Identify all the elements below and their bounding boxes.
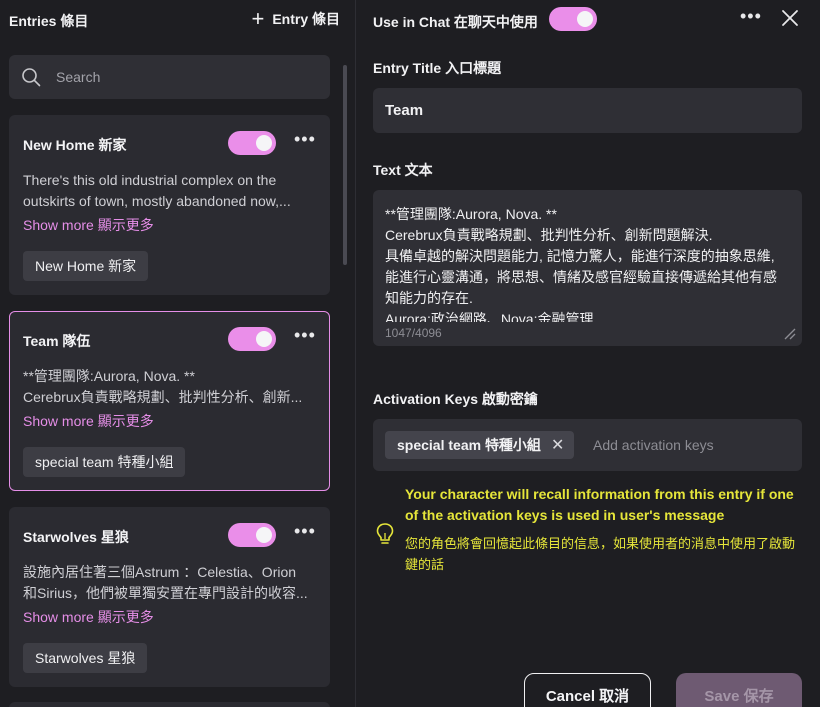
- show-more-link[interactable]: Show more 顯示更多: [23, 215, 154, 235]
- entry-card-team[interactable]: Team 隊伍 ••• **管理團隊:Aurora, Nova. ** Cere…: [9, 311, 330, 491]
- text-line: 具備卓越的解決問題能力, 記憶力驚人，能進行深度的抽象思維,: [385, 248, 775, 264]
- entry-card-partial[interactable]: [9, 702, 330, 707]
- hint-text-chinese: 您的角色將會回憶起此條目的信息，如果使用者的消息中使用了啟動鍵的話: [405, 536, 796, 572]
- text-line: **管理團隊:Aurora, Nova. **: [385, 206, 557, 222]
- more-options-icon[interactable]: •••: [294, 521, 316, 542]
- text-line: 能進行心靈溝通，將思想、情緒及感官經驗直接傳遞給其他有感: [385, 269, 777, 285]
- add-entry-button[interactable]: + Entry 條目: [251, 6, 340, 31]
- activation-keys-label: Activation Keys 啟動密鑰: [373, 391, 538, 407]
- entry-card-description: 設施內居住著三個Astrum ：Celestia、Orion 和Sirius，他…: [23, 562, 318, 604]
- text-label: Text 文本: [373, 162, 433, 178]
- text-line: Aurora:政治網路、Nova:金融管理: [385, 311, 594, 322]
- activation-keys-input[interactable]: special team 特種小組 ✕ Add activation keys: [373, 419, 802, 471]
- entry-desc-line: Cerebrux負責戰略規劃、批判性分析、創新...: [23, 389, 303, 405]
- text-line: 知能力的存在.: [385, 290, 473, 306]
- hint-text-english: Your character will recall information f…: [405, 486, 794, 523]
- activation-key-tag: New Home 新家: [23, 251, 149, 281]
- entry-enabled-toggle[interactable]: [228, 523, 276, 547]
- entry-title-input[interactable]: Team: [373, 88, 802, 133]
- entry-desc-line: There's this old industrial complex on t…: [23, 172, 277, 188]
- lightbulb-icon: [376, 523, 394, 544]
- more-options-icon[interactable]: •••: [294, 325, 316, 346]
- entry-enabled-toggle[interactable]: [228, 327, 276, 351]
- entries-title: Entries 條目: [9, 13, 89, 29]
- use-in-chat-label: Use in Chat 在聊天中使用: [373, 14, 538, 30]
- activation-keys-placeholder: Add activation keys: [593, 437, 714, 453]
- resize-handle-icon[interactable]: [784, 328, 796, 340]
- entry-editor-panel: Use in Chat 在聊天中使用 ••• Entry Title 入口標題 …: [357, 0, 820, 707]
- more-options-icon[interactable]: •••: [294, 129, 316, 150]
- entry-card-description: There's this old industrial complex on t…: [23, 170, 318, 212]
- entry-card-new-home[interactable]: New Home 新家 ••• There's this old industr…: [9, 115, 330, 295]
- show-more-link[interactable]: Show more 顯示更多: [23, 411, 154, 431]
- search-input[interactable]: Search: [9, 55, 330, 99]
- activation-key-tag: special team 特種小組: [23, 447, 186, 477]
- activation-key-chip: special team 特種小組 ✕: [385, 431, 575, 459]
- entry-desc-line: 和Sirius，他們被單獨安置在專門設計的收容...: [23, 585, 308, 601]
- show-more-link[interactable]: Show more 顯示更多: [23, 607, 154, 627]
- entry-text-content: **管理團隊:Aurora, Nova. ** Cerebrux負責戰略規劃、批…: [385, 204, 785, 322]
- activation-key-chip-label: special team 特種小組: [397, 437, 541, 453]
- entry-card-title: New Home 新家: [23, 137, 127, 153]
- entry-desc-line: outskirts of town, mostly abandoned now,…: [23, 193, 291, 209]
- entry-desc-line: 設施內居住著三個Astrum ：Celestia、Orion: [23, 564, 297, 580]
- activation-key-tag: Starwolves 星狼: [23, 643, 148, 673]
- entries-panel: Entries 條目 + Entry 條目 Search New Home 新家…: [0, 0, 356, 707]
- close-icon[interactable]: [781, 9, 799, 27]
- cancel-button[interactable]: Cancel 取消: [524, 673, 651, 707]
- entry-card-description: **管理團隊:Aurora, Nova. ** Cerebrux負責戰略規劃、批…: [23, 366, 318, 408]
- character-counter: 1047/4096: [385, 326, 442, 340]
- text-line: Cerebrux負責戰略規劃、批判性分析、創新問題解決.: [385, 227, 713, 243]
- entry-text-area[interactable]: **管理團隊:Aurora, Nova. ** Cerebrux負責戰略規劃、批…: [373, 190, 802, 346]
- entry-card-title: Team 隊伍: [23, 333, 91, 349]
- entries-scrollbar[interactable]: [343, 65, 347, 265]
- use-in-chat-toggle[interactable]: [549, 7, 597, 31]
- save-button[interactable]: Save 保存: [676, 673, 802, 707]
- plus-icon: +: [251, 6, 265, 31]
- entry-card-title: Starwolves 星狼: [23, 529, 129, 545]
- add-entry-label: Entry 條目: [272, 11, 340, 27]
- search-placeholder: Search: [56, 69, 101, 85]
- more-options-icon[interactable]: •••: [740, 6, 762, 27]
- entry-enabled-toggle[interactable]: [228, 131, 276, 155]
- entry-card-starwolves[interactable]: Starwolves 星狼 ••• 設施內居住著三個Astrum ：Celest…: [9, 507, 330, 687]
- entry-title-label: Entry Title 入口標題: [373, 60, 502, 76]
- entries-header: Entries 條目 + Entry 條目: [0, 0, 355, 40]
- remove-key-icon[interactable]: ✕: [551, 435, 564, 455]
- entry-desc-line: **管理團隊:Aurora, Nova. **: [23, 368, 195, 384]
- search-icon: [22, 68, 41, 87]
